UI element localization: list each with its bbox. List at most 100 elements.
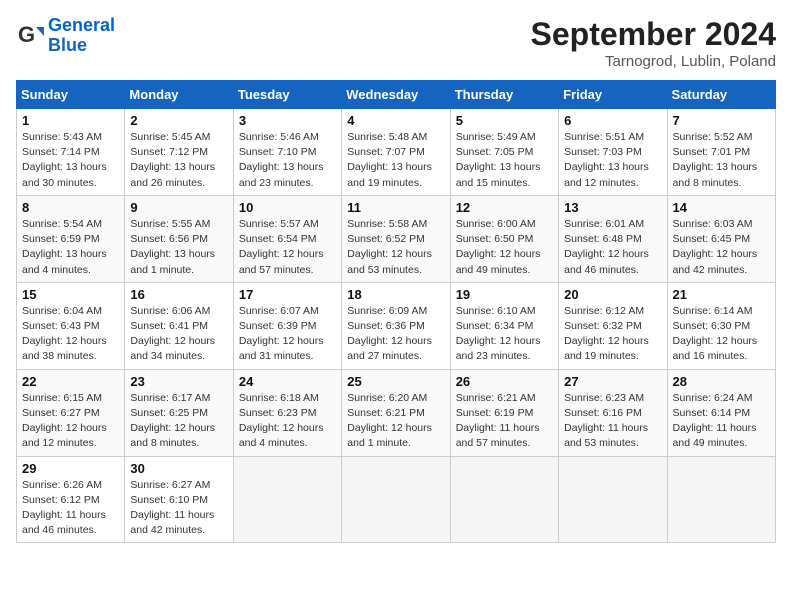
calendar-cell: 25Sunrise: 6:20 AM Sunset: 6:21 PM Dayli… xyxy=(342,369,450,456)
day-info: Sunrise: 6:26 AM Sunset: 6:12 PM Dayligh… xyxy=(22,478,119,539)
day-info: Sunrise: 6:00 AM Sunset: 6:50 PM Dayligh… xyxy=(456,217,553,278)
calendar-cell: 3 Sunrise: 5:46 AM Sunset: 7:10 PM Daylig… xyxy=(233,109,341,196)
day-info: Sunrise: 5:43 AM Sunset: 7:14 PM Dayligh… xyxy=(22,130,119,191)
day-number: 8 xyxy=(22,200,119,215)
day-number: 7 xyxy=(673,113,770,128)
day-info: Sunrise: 6:09 AM Sunset: 6:36 PM Dayligh… xyxy=(347,304,444,365)
day-number: 3 xyxy=(239,113,336,128)
calendar-cell: 19 Sunrise: 6:10 AM Sunset: 6:34 PM Dayli… xyxy=(450,282,558,369)
day-number: 19 xyxy=(456,287,553,302)
calendar-cell: 29Sunrise: 6:26 AM Sunset: 6:12 PM Dayli… xyxy=(17,456,125,543)
day-info: Sunrise: 6:27 AM Sunset: 6:10 PM Dayligh… xyxy=(130,478,227,539)
weekday-header-thursday: Thursday xyxy=(450,81,558,109)
day-info: Sunrise: 5:57 AM Sunset: 6:54 PM Dayligh… xyxy=(239,217,336,278)
weekday-row: SundayMondayTuesdayWednesdayThursdayFrid… xyxy=(17,81,776,109)
day-info: Sunrise: 5:46 AM Sunset: 7:10 PM Dayligh… xyxy=(239,130,336,191)
calendar-table: SundayMondayTuesdayWednesdayThursdayFrid… xyxy=(16,80,776,543)
day-info: Sunrise: 6:18 AM Sunset: 6:23 PM Dayligh… xyxy=(239,391,336,452)
day-number: 16 xyxy=(130,287,227,302)
day-number: 14 xyxy=(673,200,770,215)
day-info: Sunrise: 5:55 AM Sunset: 6:56 PM Dayligh… xyxy=(130,217,227,278)
calendar-cell xyxy=(233,456,341,543)
day-number: 17 xyxy=(239,287,336,302)
calendar-cell: 20Sunrise: 6:12 AM Sunset: 6:32 PM Dayli… xyxy=(559,282,667,369)
calendar-cell: 24 Sunrise: 6:18 AM Sunset: 6:23 PM Dayli… xyxy=(233,369,341,456)
day-number: 21 xyxy=(673,287,770,302)
day-info: Sunrise: 6:10 AM Sunset: 6:34 PM Dayligh… xyxy=(456,304,553,365)
day-number: 27 xyxy=(564,374,661,389)
calendar-week-row: 15 Sunrise: 6:04 AM Sunset: 6:43 PM Dayli… xyxy=(17,282,776,369)
day-info: Sunrise: 6:01 AM Sunset: 6:48 PM Dayligh… xyxy=(564,217,661,278)
day-number: 5 xyxy=(456,113,553,128)
day-info: Sunrise: 5:49 AM Sunset: 7:05 PM Dayligh… xyxy=(456,130,553,191)
day-info: Sunrise: 6:15 AM Sunset: 6:27 PM Dayligh… xyxy=(22,391,119,452)
weekday-header-tuesday: Tuesday xyxy=(233,81,341,109)
day-number: 12 xyxy=(456,200,553,215)
calendar-week-row: 29Sunrise: 6:26 AM Sunset: 6:12 PM Dayli… xyxy=(17,456,776,543)
calendar-cell: 6 Sunrise: 5:51 AM Sunset: 7:03 PM Daylig… xyxy=(559,109,667,196)
day-number: 18 xyxy=(347,287,444,302)
day-info: Sunrise: 5:52 AM Sunset: 7:01 PM Dayligh… xyxy=(673,130,770,191)
day-number: 9 xyxy=(130,200,227,215)
calendar-cell: 23 Sunrise: 6:17 AM Sunset: 6:25 PM Dayli… xyxy=(125,369,233,456)
calendar-cell xyxy=(342,456,450,543)
calendar-cell: 13 Sunrise: 6:01 AM Sunset: 6:48 PM Dayli… xyxy=(559,195,667,282)
day-info: Sunrise: 6:21 AM Sunset: 6:19 PM Dayligh… xyxy=(456,391,553,452)
calendar-cell: 7 Sunrise: 5:52 AM Sunset: 7:01 PM Daylig… xyxy=(667,109,775,196)
calendar-body: 1Sunrise: 5:43 AM Sunset: 7:14 PM Daylig… xyxy=(17,109,776,543)
calendar-cell: 1Sunrise: 5:43 AM Sunset: 7:14 PM Daylig… xyxy=(17,109,125,196)
day-number: 11 xyxy=(347,200,444,215)
day-number: 26 xyxy=(456,374,553,389)
calendar-cell: 9 Sunrise: 5:55 AM Sunset: 6:56 PM Daylig… xyxy=(125,195,233,282)
weekday-header-monday: Monday xyxy=(125,81,233,109)
day-info: Sunrise: 6:14 AM Sunset: 6:30 PM Dayligh… xyxy=(673,304,770,365)
day-number: 10 xyxy=(239,200,336,215)
location: Tarnogrod, Lublin, Poland xyxy=(531,53,776,70)
weekday-header-sunday: Sunday xyxy=(17,81,125,109)
day-info: Sunrise: 6:12 AM Sunset: 6:32 PM Dayligh… xyxy=(564,304,661,365)
day-number: 13 xyxy=(564,200,661,215)
day-info: Sunrise: 5:48 AM Sunset: 7:07 PM Dayligh… xyxy=(347,130,444,191)
day-number: 30 xyxy=(130,461,227,476)
weekday-header-wednesday: Wednesday xyxy=(342,81,450,109)
month-title: September 2024 xyxy=(531,16,776,53)
calendar-cell: 28Sunrise: 6:24 AM Sunset: 6:14 PM Dayli… xyxy=(667,369,775,456)
calendar-cell: 14 Sunrise: 6:03 AM Sunset: 6:45 PM Dayli… xyxy=(667,195,775,282)
day-info: Sunrise: 6:07 AM Sunset: 6:39 PM Dayligh… xyxy=(239,304,336,365)
calendar-week-row: 1Sunrise: 5:43 AM Sunset: 7:14 PM Daylig… xyxy=(17,109,776,196)
logo-line1: General xyxy=(48,15,115,35)
day-info: Sunrise: 6:17 AM Sunset: 6:25 PM Dayligh… xyxy=(130,391,227,452)
day-number: 24 xyxy=(239,374,336,389)
logo-icon: G xyxy=(16,22,44,50)
calendar-header: SundayMondayTuesdayWednesdayThursdayFrid… xyxy=(17,81,776,109)
day-info: Sunrise: 6:04 AM Sunset: 6:43 PM Dayligh… xyxy=(22,304,119,365)
day-info: Sunrise: 5:58 AM Sunset: 6:52 PM Dayligh… xyxy=(347,217,444,278)
weekday-header-saturday: Saturday xyxy=(667,81,775,109)
calendar-cell: 15 Sunrise: 6:04 AM Sunset: 6:43 PM Dayli… xyxy=(17,282,125,369)
day-info: Sunrise: 6:20 AM Sunset: 6:21 PM Dayligh… xyxy=(347,391,444,452)
calendar-cell: 12 Sunrise: 6:00 AM Sunset: 6:50 PM Dayli… xyxy=(450,195,558,282)
day-info: Sunrise: 5:45 AM Sunset: 7:12 PM Dayligh… xyxy=(130,130,227,191)
calendar-cell: 11 Sunrise: 5:58 AM Sunset: 6:52 PM Dayli… xyxy=(342,195,450,282)
day-number: 4 xyxy=(347,113,444,128)
svg-text:G: G xyxy=(18,22,35,47)
calendar-cell: 18 Sunrise: 6:09 AM Sunset: 6:36 PM Dayli… xyxy=(342,282,450,369)
day-number: 23 xyxy=(130,374,227,389)
title-block: September 2024 Tarnogrod, Lublin, Poland xyxy=(531,16,776,70)
calendar-cell: 21 Sunrise: 6:14 AM Sunset: 6:30 PM Dayli… xyxy=(667,282,775,369)
day-info: Sunrise: 6:03 AM Sunset: 6:45 PM Dayligh… xyxy=(673,217,770,278)
day-number: 6 xyxy=(564,113,661,128)
calendar-cell: 22 Sunrise: 6:15 AM Sunset: 6:27 PM Dayli… xyxy=(17,369,125,456)
calendar-cell xyxy=(559,456,667,543)
calendar-cell: 2 Sunrise: 5:45 AM Sunset: 7:12 PM Daylig… xyxy=(125,109,233,196)
day-number: 28 xyxy=(673,374,770,389)
day-number: 2 xyxy=(130,113,227,128)
logo-text: General Blue xyxy=(48,16,115,56)
calendar-cell: 17 Sunrise: 6:07 AM Sunset: 6:39 PM Dayli… xyxy=(233,282,341,369)
day-number: 22 xyxy=(22,374,119,389)
calendar-cell: 16Sunrise: 6:06 AM Sunset: 6:41 PM Dayli… xyxy=(125,282,233,369)
day-number: 15 xyxy=(22,287,119,302)
logo-line2: Blue xyxy=(48,36,115,56)
day-info: Sunrise: 5:51 AM Sunset: 7:03 PM Dayligh… xyxy=(564,130,661,191)
day-info: Sunrise: 5:54 AM Sunset: 6:59 PM Dayligh… xyxy=(22,217,119,278)
